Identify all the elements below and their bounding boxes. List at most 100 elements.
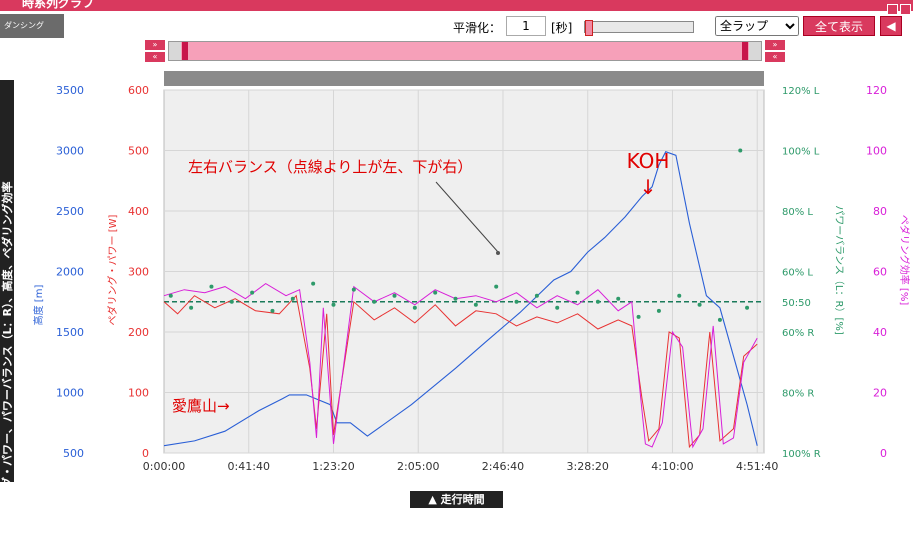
range-scroll-right[interactable] <box>749 42 761 60</box>
balance-point <box>534 293 539 298</box>
efficiency-tick-label: 120 <box>866 84 887 97</box>
altitude-tick-label: 2000 <box>56 266 84 279</box>
balance-point <box>656 308 661 313</box>
annotation-koh-arrow: ↓ <box>640 175 657 199</box>
power-tick-label: 400 <box>128 205 149 218</box>
annotation-balance-note: 左右バランス（点線より上が左、下が右） <box>188 158 472 176</box>
efficiency-tick-label: 20 <box>873 387 887 400</box>
balance-point <box>514 299 519 304</box>
range-handle-left[interactable] <box>182 42 188 60</box>
x-tick-label: 4:10:00 <box>651 460 693 473</box>
annotation-pointer-dot <box>496 251 500 255</box>
altitude-tick-label: 3500 <box>56 84 84 97</box>
smoothing-label: 平滑化： <box>453 21 502 35</box>
balance-point <box>168 293 173 298</box>
side-tab-label: ▼ペダリング・パワー、パワーバランス（L：R）、高度、ペダリング効率 <box>1 181 14 541</box>
power-tick-label: 0 <box>142 447 149 460</box>
balance-point <box>717 317 722 322</box>
power-tick-label: 300 <box>128 266 149 279</box>
x-tick-label: 0:00:00 <box>143 460 185 473</box>
balance-tick-label: 100% L <box>782 147 820 158</box>
balance-tick-label: 100% R <box>782 449 821 460</box>
nav-forward-button[interactable]: » <box>145 40 165 50</box>
altitude-axis-label: 高度 [m] <box>32 285 45 326</box>
balance-point <box>433 290 438 295</box>
balance-tick-label: 50:50 <box>782 298 811 309</box>
balance-tick-label: 120% L <box>782 86 820 97</box>
balance-point <box>331 302 336 307</box>
nav-back-button[interactable]: « <box>145 52 165 62</box>
balance-axis-label: パワーバランス（L：R）[%] <box>833 205 845 335</box>
balance-point <box>412 305 417 310</box>
balance-point <box>473 302 478 307</box>
balance-point <box>372 299 377 304</box>
balance-point <box>189 305 194 310</box>
smoothing-slider-thumb[interactable] <box>585 20 593 36</box>
arrow-left-icon: ◀ <box>886 19 896 33</box>
balance-point <box>616 296 621 301</box>
efficiency-tick-label: 0 <box>880 447 887 460</box>
balance-point <box>595 299 600 304</box>
efficiency-tick-label: 80 <box>873 205 887 218</box>
balance-point <box>697 302 702 307</box>
x-tick-label: 2:05:00 <box>397 460 439 473</box>
power-tick-label: 600 <box>128 84 149 97</box>
smoothing-unit: [秒] <box>551 21 573 35</box>
balance-point <box>351 287 356 292</box>
range-selector[interactable] <box>168 41 762 61</box>
balance-point <box>270 308 275 313</box>
nav-forward-button-right[interactable]: » <box>765 40 785 50</box>
lap-select[interactable]: 全ラップ <box>715 16 799 36</box>
altitude-tick-label: 1500 <box>56 326 84 339</box>
x-tick-label: 4:51:40 <box>736 460 778 473</box>
time-series-chart: 0:00:00 0:41:40 1:23:20 2:05:00 2:46:40 3:28:… <box>32 84 911 473</box>
balance-point <box>738 148 743 153</box>
balance-point <box>745 305 750 310</box>
restore-icon[interactable] <box>887 4 898 15</box>
balance-tick-label: 60% R <box>782 328 814 339</box>
power-tick-label: 200 <box>128 326 149 339</box>
power-axis-label: ペダリング・パワー [W] <box>106 214 119 325</box>
balance-point <box>250 290 255 295</box>
balance-point <box>636 314 641 319</box>
side-tab[interactable]: ▼ペダリング・パワー、パワーバランス（L：R）、高度、ペダリング効率 <box>0 80 14 541</box>
altitude-tick-label: 1000 <box>56 387 84 400</box>
balance-point <box>453 296 458 301</box>
smoothing-input[interactable] <box>506 16 546 36</box>
balance-tick-label: 60% L <box>782 268 813 279</box>
close-icon[interactable] <box>900 4 911 15</box>
x-tick-label: 1:23:20 <box>312 460 354 473</box>
range-handle-right[interactable] <box>742 42 748 60</box>
balance-point <box>311 281 316 286</box>
power-tick-label: 100 <box>128 387 149 400</box>
altitude-tick-label: 2500 <box>56 205 84 218</box>
range-scroll-left[interactable] <box>169 42 181 60</box>
annotation-koh: KOH <box>627 149 670 173</box>
balance-point <box>575 290 580 295</box>
balance-point <box>209 284 214 289</box>
balance-point <box>677 293 682 298</box>
efficiency-tick-label: 40 <box>873 326 887 339</box>
efficiency-tick-label: 100 <box>866 145 887 158</box>
back-button[interactable]: ◀ <box>880 16 902 36</box>
balance-point <box>392 293 397 298</box>
show-all-button[interactable]: 全て表示 <box>803 16 875 36</box>
nav-back-button-right[interactable]: « <box>765 52 785 62</box>
x-tick-label: 0:41:40 <box>228 460 270 473</box>
balance-point <box>290 296 295 301</box>
bottom-tab[interactable]: ▲ 走行時間 <box>410 491 503 508</box>
efficiency-axis-label: ペダリング効率 [%] <box>898 215 911 306</box>
title-bar: 時系列グラフ <box>0 0 913 15</box>
window-title: 時系列グラフ <box>22 0 95 10</box>
balance-tick-label: 80% R <box>782 389 814 400</box>
power-tick-label: 500 <box>128 145 149 158</box>
balance-point <box>555 305 560 310</box>
altitude-tick-label: 3000 <box>56 145 84 158</box>
altitude-tick-label: 500 <box>63 447 84 460</box>
x-tick-label: 2:46:40 <box>482 460 524 473</box>
balance-point <box>494 284 499 289</box>
smoothing-slider[interactable] <box>584 20 694 36</box>
efficiency-tick-label: 60 <box>873 266 887 279</box>
x-tick-label: 3:28:20 <box>567 460 609 473</box>
annotation-ashitaka: 愛鷹山→ <box>172 397 230 415</box>
